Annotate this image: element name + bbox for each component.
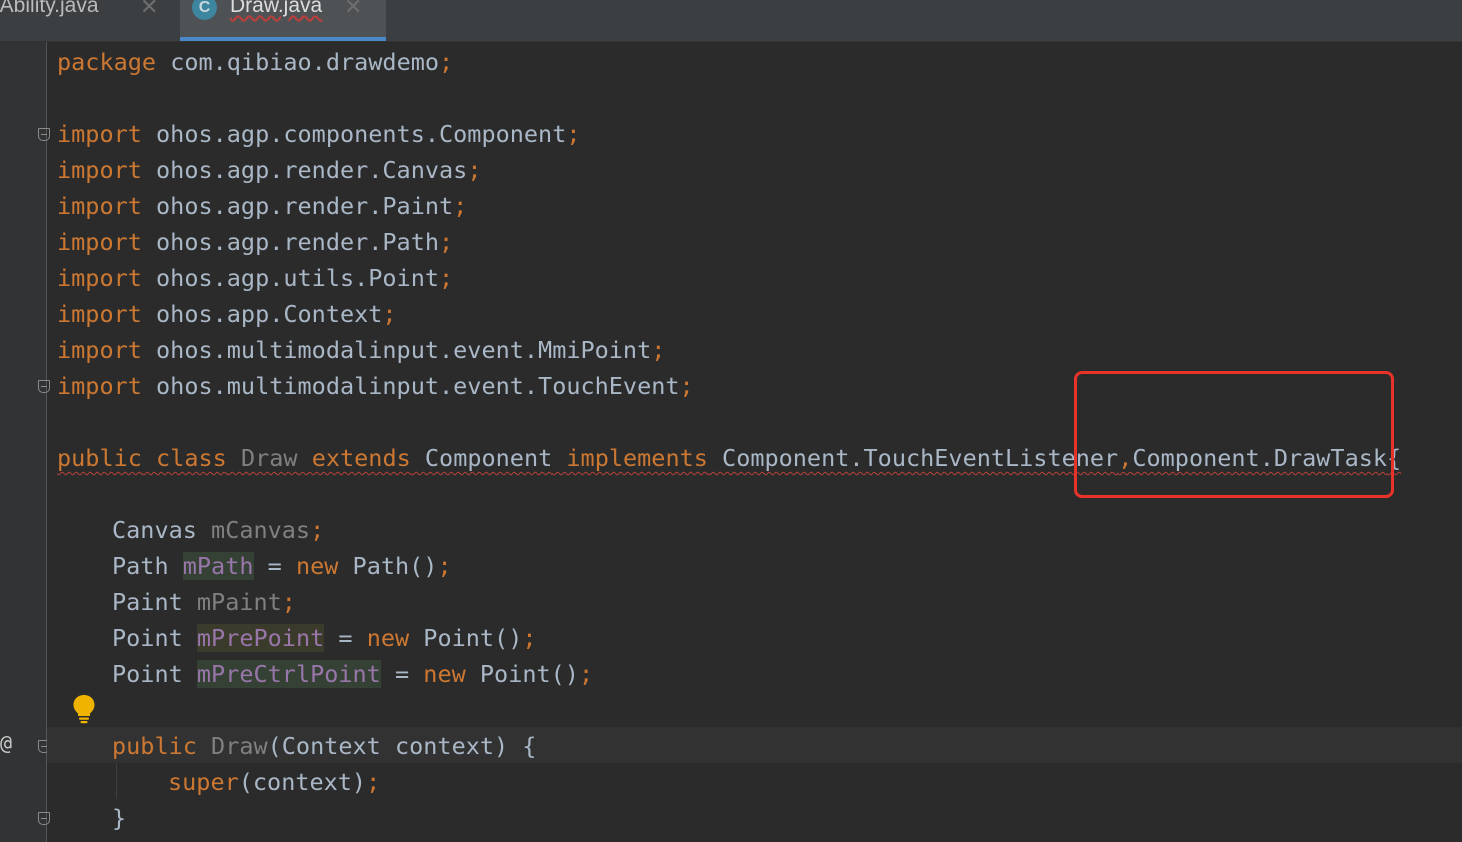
code-line-import: import ohos.agp.components.Component; — [57, 116, 581, 152]
fold-icon[interactable] — [38, 812, 50, 825]
code-line-field: Point mPreCtrlPoint = new Point(); — [112, 656, 593, 692]
field-name: mPaint — [196, 588, 282, 616]
semicolon: ; — [437, 552, 452, 580]
editor-gutter — [0, 42, 46, 842]
code-line-field: Point mPrePoint = new Point(); — [112, 620, 537, 656]
keyword: import — [57, 336, 142, 364]
gutter-divider — [46, 42, 47, 842]
constructor-call: Path() — [338, 552, 438, 580]
semicolon: ; — [439, 48, 454, 76]
import-path: ohos.agp.utils.Point — [141, 264, 440, 292]
code-line-import: import ohos.app.Context; — [57, 296, 397, 332]
operator: = — [380, 660, 424, 688]
code-line-field: Canvas mCanvas; — [112, 512, 324, 548]
override-icon[interactable]: @ — [0, 731, 12, 755]
fold-icon[interactable] — [38, 128, 50, 141]
field-type: Path — [112, 552, 169, 580]
semicolon: ; — [578, 660, 594, 688]
code-line-import: import ohos.multimodalinput.event.MmiPoi… — [57, 332, 665, 368]
import-path: ohos.agp.render.Path — [141, 228, 440, 256]
semicolon: ; — [366, 768, 381, 796]
import-path: ohos.multimodalinput.event.TouchEvent — [141, 372, 680, 400]
semicolon: ; — [453, 192, 468, 220]
semicolon: ; — [651, 336, 666, 364]
semicolon: ; — [439, 228, 454, 256]
field-name: mPreCtrlPoint — [196, 660, 381, 688]
code-line-field: Paint mPaint; — [112, 584, 296, 620]
code-line-import: import ohos.agp.render.Path; — [57, 224, 453, 260]
tab-label: Draw.java — [230, 0, 323, 17]
close-brace: } — [112, 804, 127, 832]
semicolon: ; — [467, 156, 482, 184]
keyword: import — [57, 264, 142, 292]
tab-label: nAbility.java — [0, 0, 99, 17]
field-type: Point — [112, 660, 183, 688]
semicolon: ; — [522, 624, 537, 652]
keyword: new — [295, 552, 339, 580]
interface-name: Component.TouchEventListener — [722, 444, 1119, 472]
keyword: public — [112, 732, 197, 760]
code-line-import: import ohos.agp.render.Canvas; — [57, 152, 481, 188]
superclass-name: Component — [424, 444, 553, 472]
code-line-import: import ohos.agp.render.Paint; — [57, 188, 467, 224]
annotation-highlight-box — [1074, 371, 1394, 498]
code-line-import: import ohos.multimodalinput.event.TouchE… — [57, 368, 694, 404]
tab-mainability[interactable]: nAbility.java ✕ — [0, 0, 171, 41]
class-file-icon: C — [192, 0, 217, 20]
field-type: Point — [112, 624, 183, 652]
import-path: ohos.agp.render.Paint — [141, 192, 454, 220]
keyword: new — [423, 660, 466, 688]
keyword: super — [168, 768, 239, 796]
field-name: mPath — [182, 552, 254, 580]
code-line-package: package com.qibiao.drawdemo; — [57, 44, 453, 80]
keyword: import — [57, 228, 142, 256]
lightbulb-icon[interactable] — [72, 694, 96, 724]
fold-icon[interactable] — [38, 380, 50, 393]
semicolon: ; — [382, 300, 397, 328]
close-icon[interactable]: ✕ — [140, 0, 158, 20]
parameter-list: (Context context) { — [267, 732, 537, 760]
semicolon: ; — [566, 120, 581, 148]
keyword: implements — [566, 444, 708, 472]
keyword: import — [57, 156, 142, 184]
indent-guide — [116, 763, 117, 799]
field-name: mCanvas — [211, 516, 311, 544]
code-line-import: import ohos.agp.utils.Point; — [57, 260, 453, 296]
keyword: import — [57, 120, 142, 148]
import-path: ohos.app.Context — [141, 300, 383, 328]
keyword: new — [366, 624, 410, 652]
keyword: package — [57, 48, 157, 76]
code-line-super-call: super(context); — [168, 764, 380, 800]
field-name: mPrePoint — [196, 624, 325, 652]
code-line-constructor: public Draw(Context context) { — [112, 728, 536, 764]
argument-list: (context) — [238, 768, 367, 796]
code-line-close-brace: } — [112, 800, 126, 836]
class-name: Draw — [240, 444, 298, 472]
constructor-call: Point() — [465, 660, 579, 688]
keyword: import — [57, 372, 142, 400]
code-line-field: Path mPath = new Path(); — [112, 548, 452, 584]
semicolon: ; — [679, 372, 694, 400]
operator: = — [324, 624, 367, 652]
field-type: Paint — [112, 588, 183, 616]
semicolon: ; — [281, 588, 296, 616]
semicolon: ; — [439, 264, 454, 292]
keyword: class — [156, 444, 227, 472]
editor-tab-bar: nAbility.java ✕ C Draw.java ✕ — [0, 0, 1462, 42]
operator: = — [253, 552, 296, 580]
import-path: ohos.multimodalinput.event.MmiPoint — [141, 336, 652, 364]
package-name: com.qibiao.drawdemo — [156, 48, 440, 76]
semicolon: ; — [310, 516, 325, 544]
constructor-name: Draw — [211, 732, 268, 760]
keyword: public — [57, 444, 142, 472]
constructor-call: Point() — [409, 624, 523, 652]
close-icon[interactable]: ✕ — [344, 0, 362, 20]
keyword: extends — [311, 444, 411, 472]
import-path: ohos.agp.render.Canvas — [141, 156, 468, 184]
field-type: Canvas — [112, 516, 197, 544]
keyword: import — [57, 300, 142, 328]
import-path: ohos.agp.components.Component — [141, 120, 567, 148]
keyword: import — [57, 192, 142, 220]
tab-draw-java[interactable]: C Draw.java ✕ — [180, 0, 386, 41]
